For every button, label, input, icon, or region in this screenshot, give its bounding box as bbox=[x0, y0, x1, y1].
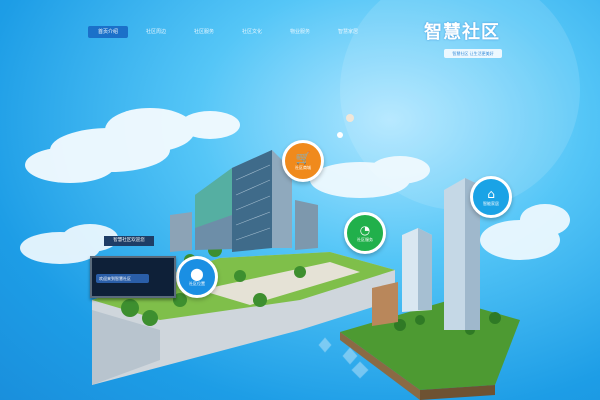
shopping-cart-icon: 🛒 bbox=[295, 150, 311, 165]
badge-location-label: 社区位置 bbox=[189, 280, 205, 286]
badge-home[interactable]: ⌂ 智能家居 bbox=[470, 176, 512, 218]
cloud-left bbox=[25, 108, 240, 183]
pie-icon: ◔ bbox=[359, 222, 371, 237]
badge-services-label: 社区服务 bbox=[357, 236, 373, 242]
board-message: 欢迎来到智慧社区 bbox=[96, 274, 149, 283]
right-lowrise bbox=[372, 282, 398, 326]
badge-home-label: 智能家居 bbox=[483, 200, 499, 206]
balloon bbox=[346, 114, 354, 122]
home-icon: ⌂ bbox=[487, 186, 495, 201]
badge-shop[interactable]: 🛒 社区商城 bbox=[282, 140, 324, 182]
badge-location[interactable]: ⬤ 社区位置 bbox=[176, 256, 218, 298]
side-building bbox=[170, 212, 192, 252]
side-building bbox=[295, 200, 318, 250]
badge-shop-label: 社区商城 bbox=[295, 164, 311, 170]
board-title: 智慧社区欢迎您 bbox=[104, 236, 154, 246]
balloon bbox=[337, 132, 343, 138]
location-pin-icon: ⬤ bbox=[190, 266, 204, 281]
badge-services[interactable]: ◔ 社区服务 bbox=[344, 212, 386, 254]
